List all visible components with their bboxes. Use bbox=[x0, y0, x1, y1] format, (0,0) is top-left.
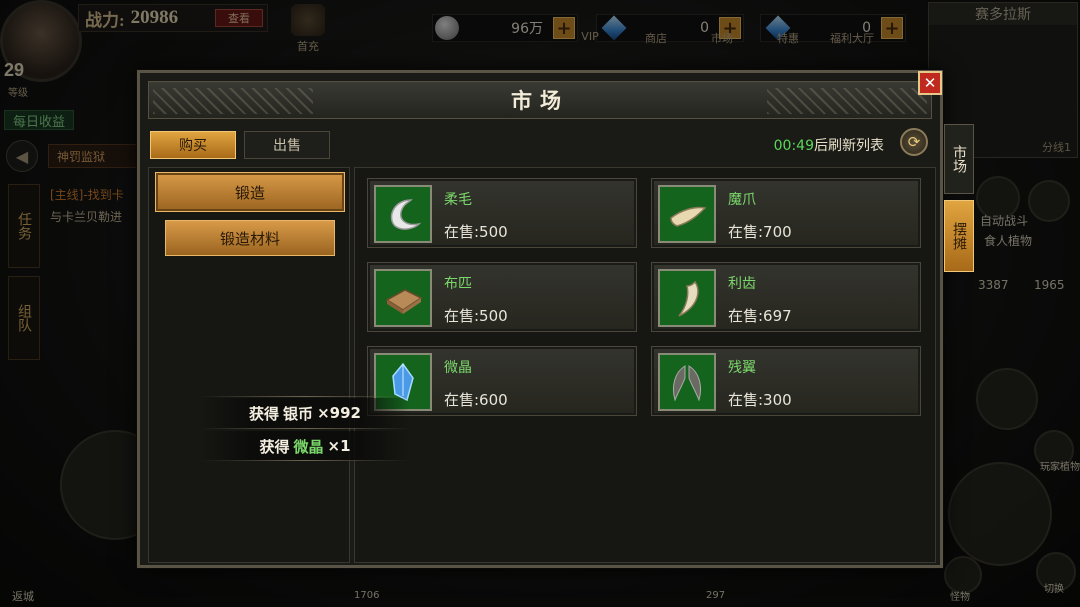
item-stock: 在售:600 bbox=[444, 391, 508, 409]
dungeon-tag[interactable]: 神罚监狱 bbox=[48, 144, 140, 168]
first-charge-button[interactable]: 首充 bbox=[286, 4, 330, 54]
side-tab-stall[interactable]: 摆摊 bbox=[944, 200, 974, 272]
map-name: 赛多拉斯 bbox=[929, 3, 1077, 25]
skill-slot-icon[interactable] bbox=[976, 368, 1038, 430]
power-detail-button[interactable]: 查看 bbox=[215, 9, 263, 27]
market-item[interactable]: 魔爪 在售:700 bbox=[651, 178, 921, 248]
refresh-suffix: 后刷新列表 bbox=[814, 138, 884, 154]
silver-coin-bar: 96万 + bbox=[432, 14, 578, 42]
add-diamond-button[interactable]: + bbox=[881, 17, 903, 39]
close-icon[interactable]: ✕ bbox=[918, 71, 942, 95]
deal-label: 特惠 bbox=[777, 32, 799, 45]
welfare-label: 福利大厅 bbox=[830, 32, 874, 45]
gift-icon bbox=[291, 4, 325, 36]
item-name: 魔爪 bbox=[728, 192, 756, 208]
tab-buy[interactable]: 购买 bbox=[150, 131, 236, 159]
wing-icon bbox=[658, 353, 716, 411]
attack-swords-icon[interactable] bbox=[948, 462, 1052, 566]
combat-power-panel: 战力: 20986 查看 bbox=[78, 4, 268, 32]
refresh-icon[interactable]: ⟳ bbox=[900, 128, 928, 156]
compass-icon[interactable] bbox=[1028, 180, 1070, 222]
shop-button[interactable]: 商店 bbox=[634, 28, 678, 54]
category-forge[interactable]: 锻造 bbox=[155, 172, 345, 212]
item-name: 残翼 bbox=[728, 360, 756, 376]
market-item[interactable]: 残翼 在售:300 bbox=[651, 346, 921, 416]
map-line[interactable]: 分线1 bbox=[1042, 139, 1071, 157]
item-name: 柔毛 bbox=[444, 192, 472, 208]
item-grid: 柔毛 在售:500 魔爪 在售:700 布匹 在售:500 利齿 在售:697 bbox=[354, 167, 936, 563]
collapse-arrow-icon[interactable]: ◀ bbox=[6, 140, 38, 172]
toast-count: ×992 bbox=[317, 404, 361, 422]
main-quest-title[interactable]: [主线]-找到卡 bbox=[50, 186, 124, 203]
toast-count: ×1 bbox=[327, 437, 351, 455]
toast-divider bbox=[200, 428, 410, 429]
item-stock: 在售:500 bbox=[444, 223, 508, 241]
dialog-header: 市场 bbox=[148, 81, 932, 119]
return-town-label[interactable]: 返城 bbox=[12, 588, 34, 604]
toast-divider bbox=[200, 396, 410, 397]
toast-divider bbox=[200, 460, 410, 461]
item-name: 布匹 bbox=[444, 276, 472, 292]
fang-icon bbox=[658, 269, 716, 327]
category-list: 锻造 锻造材料 bbox=[148, 167, 350, 563]
deal-button[interactable]: 特惠 bbox=[766, 28, 810, 54]
mp-potion-count: 1965 bbox=[1034, 278, 1065, 292]
toast-prefix: 获得 bbox=[249, 404, 280, 423]
hp-potion-count: 3387 bbox=[978, 278, 1009, 292]
claw-icon bbox=[658, 185, 716, 243]
player-plant-label: 玩家植物 bbox=[1040, 462, 1080, 473]
toast-prefix: 获得 bbox=[259, 437, 290, 456]
mp-bar-value: 297 bbox=[706, 590, 726, 601]
team-tab[interactable]: 组队 bbox=[8, 276, 40, 360]
power-value: 20986 bbox=[130, 7, 179, 28]
market-hud-button[interactable]: 市场 bbox=[700, 28, 744, 54]
cloth-icon bbox=[374, 269, 432, 327]
market-item[interactable]: 利齿 在售:697 bbox=[651, 262, 921, 332]
player-level: 29 bbox=[4, 60, 25, 80]
refresh-countdown: 00:49后刷新列表 bbox=[774, 135, 884, 155]
shop-label: 商店 bbox=[645, 32, 667, 45]
level-caption: 等级 bbox=[8, 88, 28, 99]
silver-coin-icon bbox=[435, 16, 459, 40]
plant-label: 食人植物 bbox=[984, 234, 1033, 248]
daily-income-button[interactable]: 每日收益 bbox=[4, 110, 74, 130]
market-dialog: 市场 购买 出售 00:49后刷新列表 ⟳ 锻造 锻造材料 柔毛 在售:500 … bbox=[137, 70, 943, 568]
first-charge-label: 首充 bbox=[297, 40, 319, 53]
main-quest-desc: 与卡兰贝勒进 bbox=[50, 210, 123, 224]
silver-coin-value: 96万 bbox=[511, 21, 543, 37]
refresh-timer: 00:49 bbox=[773, 138, 814, 154]
welfare-button[interactable]: 福利大厅 bbox=[822, 28, 882, 54]
hp-bar-value: 1706 bbox=[354, 590, 380, 601]
item-stock: 在售:500 bbox=[444, 307, 508, 325]
market-label: 市场 bbox=[711, 32, 733, 45]
reward-toast: 获得 微晶 ×1 bbox=[200, 431, 410, 461]
header-ornament-right bbox=[767, 88, 927, 114]
item-name: 微晶 bbox=[444, 360, 472, 376]
market-item[interactable]: 布匹 在售:500 bbox=[367, 262, 637, 332]
task-tab[interactable]: 任务 bbox=[8, 184, 40, 268]
item-name: 利齿 bbox=[728, 276, 756, 292]
item-stock: 在售:300 bbox=[728, 391, 792, 409]
toast-item: 银币 bbox=[283, 404, 314, 423]
switch-label: 切换 bbox=[1044, 584, 1064, 595]
toast-item: 微晶 bbox=[293, 437, 324, 456]
power-label: 战力: bbox=[85, 10, 125, 30]
fur-icon bbox=[374, 185, 432, 243]
item-stock: 在售:697 bbox=[728, 307, 792, 325]
reward-toast: 获得 银币 ×992 bbox=[200, 398, 410, 428]
tab-sell[interactable]: 出售 bbox=[244, 131, 330, 159]
vip-label: VIP bbox=[581, 30, 599, 43]
dialog-title: 市场 bbox=[511, 89, 569, 113]
auto-battle-label: 自动战斗 bbox=[980, 214, 1029, 228]
pet-label: 怪物 bbox=[950, 592, 970, 603]
header-ornament-left bbox=[153, 88, 313, 114]
item-stock: 在售:700 bbox=[728, 223, 792, 241]
category-forge-materials[interactable]: 锻造材料 bbox=[165, 220, 335, 256]
market-item[interactable]: 柔毛 在售:500 bbox=[367, 178, 637, 248]
side-tab-market[interactable]: 市场 bbox=[944, 124, 974, 194]
vip-button[interactable]: VIP bbox=[568, 28, 612, 54]
